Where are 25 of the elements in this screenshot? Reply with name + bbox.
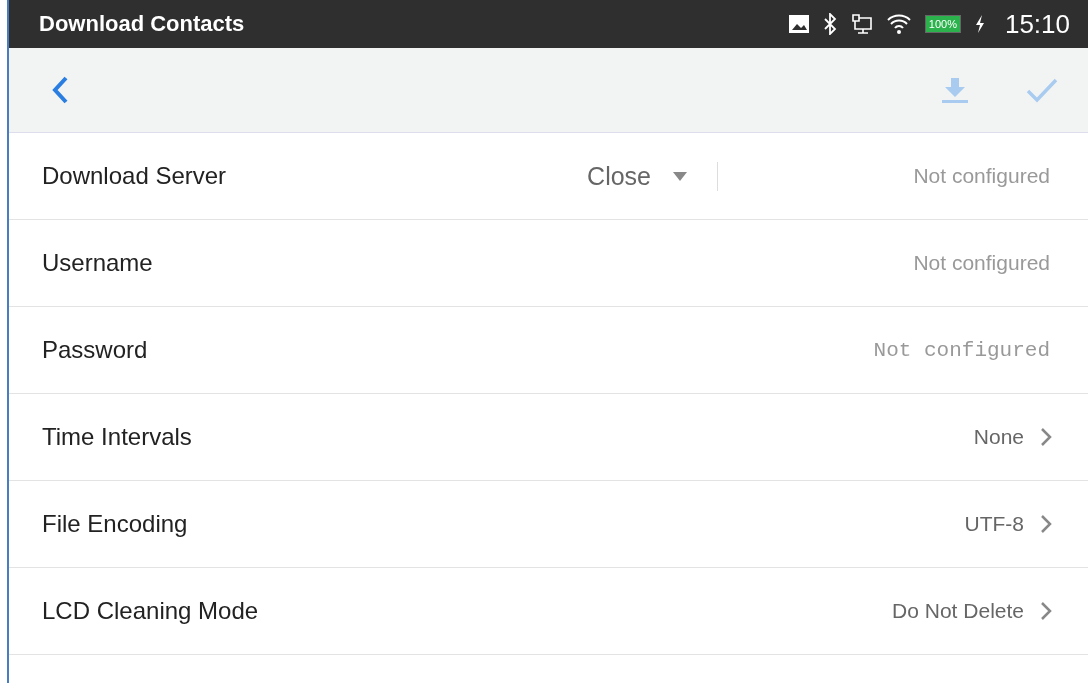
setting-label: Password	[42, 336, 149, 364]
battery-indicator: 100%	[924, 15, 961, 33]
setting-value-link[interactable]: UTF-8	[964, 512, 1052, 536]
setting-label: Download Server	[42, 162, 228, 190]
setting-value-link[interactable]: None	[973, 425, 1052, 449]
wifi-icon	[886, 14, 911, 34]
setting-value-link[interactable]: Do Not Delete	[892, 599, 1052, 623]
setting-label: Time Intervals	[42, 423, 193, 451]
server-input-field[interactable]: Not configured	[748, 163, 1052, 189]
image-icon	[788, 15, 809, 33]
setting-label: Username	[42, 249, 154, 277]
network-icon	[850, 13, 873, 35]
charging-icon	[974, 15, 985, 33]
password-input-field[interactable]: Not configured	[748, 337, 1052, 363]
setting-label: LCD Cleaning Mode	[42, 597, 260, 625]
chevron-right-icon	[1040, 427, 1052, 447]
username-input-field[interactable]: Not configured	[748, 250, 1052, 276]
clock-time: 15:10	[1004, 8, 1070, 40]
chevron-right-icon	[1040, 601, 1052, 621]
bluetooth-icon	[822, 13, 837, 35]
chevron-right-icon	[1040, 514, 1052, 534]
window-title: Download Contacts	[39, 11, 246, 37]
server-dropdown[interactable]: Close	[587, 161, 718, 191]
dropdown-triangle-icon	[673, 171, 687, 181]
setting-label: File Encoding	[42, 510, 189, 538]
